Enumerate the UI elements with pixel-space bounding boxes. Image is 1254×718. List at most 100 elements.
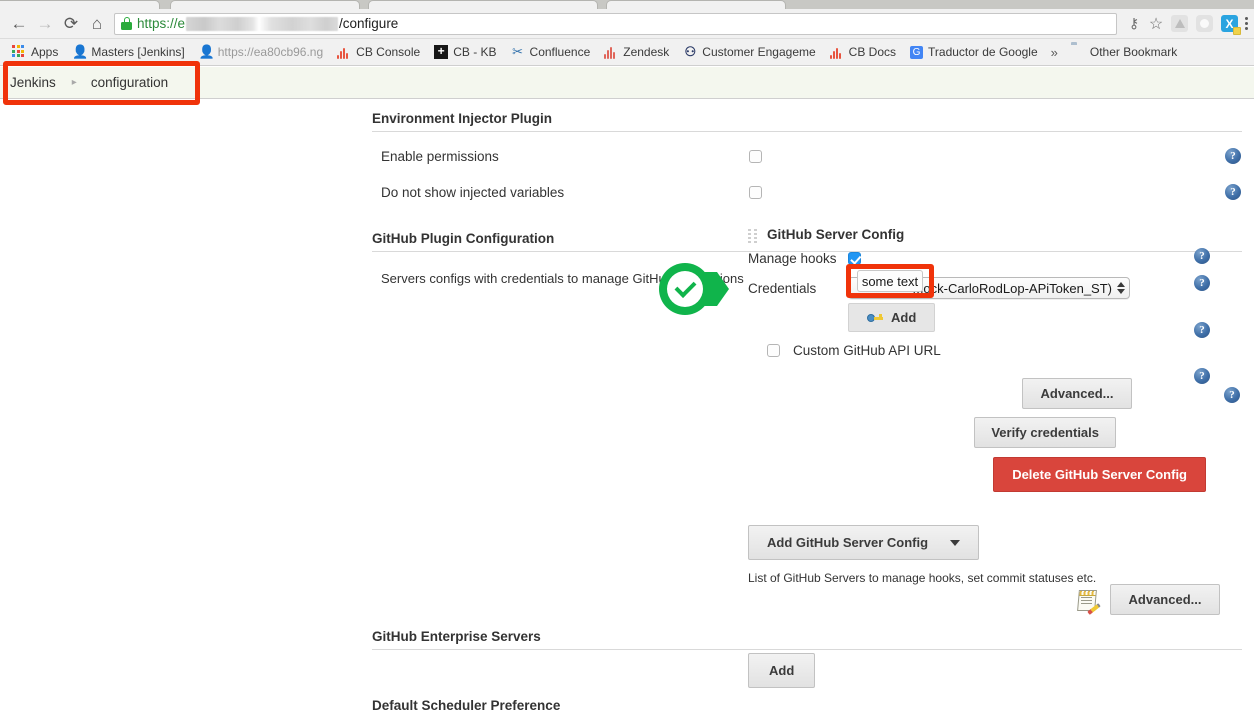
home-icon[interactable]: ⌂	[84, 11, 110, 37]
advanced-github-plugin-area: Advanced...	[1077, 584, 1220, 615]
label-credentials: Credentials	[748, 280, 817, 296]
x-extension-icon[interactable]: X	[1221, 15, 1241, 35]
add-github-enterprise-button[interactable]: Add	[748, 653, 816, 688]
help-icon[interactable]: ?	[1225, 184, 1241, 200]
bookmark-cb-kb[interactable]: + CB - KB	[427, 41, 503, 63]
caret-down-icon[interactable]	[950, 539, 961, 546]
help-icon[interactable]: ?	[1194, 368, 1210, 384]
bookmark-zendesk[interactable]: Zendesk	[597, 41, 676, 63]
bookmark-label: Traductor de Google	[928, 45, 1038, 59]
zendesk-icon	[604, 45, 618, 59]
help-icon[interactable]: ?	[1225, 148, 1241, 164]
bookmark-confluence[interactable]: ✂ Confluence	[504, 41, 598, 63]
notepad-pencil-icon	[1077, 588, 1101, 615]
row-do-not-show-injected-variables: Do not show injected variables ?	[372, 177, 1242, 207]
jenkins-icon: 👤	[198, 44, 215, 59]
key-icon	[867, 312, 883, 323]
checkbox-enable-permissions[interactable]	[749, 149, 762, 163]
help-icon[interactable]: ?	[1194, 322, 1210, 338]
bookmark-cb-docs[interactable]: CB Docs	[823, 41, 903, 63]
row-add-enterprise: Add	[748, 653, 816, 688]
checkbox-custom-github-api-url[interactable]	[767, 344, 780, 357]
label-custom-github-api-url: Custom GitHub API URL	[793, 343, 941, 358]
bookmark-cb-console[interactable]: CB Console	[330, 41, 427, 63]
folder-icon	[1071, 45, 1085, 59]
browser-tab[interactable]	[368, 0, 598, 9]
bookmark-other-bookmarks[interactable]: Other Bookmark	[1064, 41, 1184, 63]
row-add-credentials: Add	[748, 303, 1178, 332]
breadcrumb-item-configuration[interactable]: configuration	[91, 75, 168, 90]
delete-github-server-config-button[interactable]: Delete GitHub Server Config	[993, 457, 1206, 492]
bookmark-label: CB Docs	[848, 45, 897, 59]
checkbox-manage-hooks[interactable]	[848, 252, 861, 265]
breadcrumb-item-jenkins[interactable]: Jenkins	[10, 75, 56, 90]
bookmark-ea80cb96[interactable]: 👤 https://ea80cb96.ng	[192, 41, 330, 63]
check-circle-icon	[659, 263, 711, 315]
cb-bars-icon	[829, 45, 844, 59]
annotation-some-text-label: some text	[861, 273, 919, 289]
section-title-default-scheduler-preference: Default Scheduler Preference	[372, 698, 561, 713]
help-icon[interactable]: ?	[1194, 275, 1210, 291]
add-github-server-config-button[interactable]: Add GitHub Server Config	[748, 525, 980, 560]
confluence-icon: ✂	[512, 44, 523, 59]
bookmark-label: Apps	[31, 45, 59, 59]
back-icon[interactable]: ←	[6, 11, 32, 37]
row-manage-hooks: Manage hooks	[748, 251, 1178, 266]
url-protocol: https://e	[137, 16, 186, 31]
bookmark-apps[interactable]: Apps	[5, 41, 65, 63]
forward-icon[interactable]: →	[32, 11, 58, 37]
menu-icon[interactable]	[1245, 17, 1248, 30]
github-server-config: GitHub Server Config Manage hooks Creden…	[748, 227, 1206, 492]
plus-square-icon: +	[434, 45, 449, 59]
advanced-server-button[interactable]: Advanced...	[1022, 378, 1132, 409]
bookmark-customer-engagement[interactable]: ⚇ Customer Engageme	[676, 41, 822, 63]
browser-tab[interactable]	[0, 0, 160, 9]
customer-engagement-icon: ⚇	[684, 44, 697, 59]
tab-strip[interactable]	[0, 0, 1254, 9]
row-credentials: Credentials Mock-CarloRodLop-APiToken_ST…	[748, 277, 1178, 299]
green-check-badge	[659, 258, 737, 320]
section-title-environment-injector: Environment Injector Plugin	[372, 107, 1242, 132]
add-github-server-config-area: Add GitHub Server Config List of GitHub …	[748, 525, 1096, 585]
password-key-icon[interactable]: ⚷	[1123, 13, 1145, 35]
row-verify-credentials: Verify credentials	[748, 417, 1178, 448]
bookmarks-overflow-icon[interactable]: »	[1045, 45, 1064, 60]
bookmark-star-icon[interactable]: ☆	[1145, 13, 1167, 35]
advanced-github-plugin-button[interactable]: Advanced...	[1110, 584, 1220, 615]
help-icon[interactable]: ?	[1194, 248, 1210, 264]
lock-icon	[121, 17, 132, 30]
stepper-arrows-icon[interactable]	[1117, 282, 1125, 294]
add-credentials-label: Add	[891, 310, 917, 325]
github-servers-hint: List of GitHub Servers to manage hooks, …	[748, 571, 1097, 585]
extension-badge	[1233, 27, 1241, 35]
bookmark-label: https://ea80cb96.ng	[217, 45, 324, 59]
section-title-github-enterprise-servers: GitHub Enterprise Servers	[372, 625, 1242, 650]
address-bar[interactable]: https://e /configure	[114, 12, 1117, 35]
add-credentials-button[interactable]: Add	[848, 303, 936, 332]
url-path: /configure	[339, 16, 399, 31]
bookmark-label: CB - KB	[453, 45, 497, 59]
help-icon[interactable]: ?	[1224, 387, 1240, 403]
bookmark-traductor-de-google[interactable]: G Traductor de Google	[903, 41, 1045, 63]
github-server-config-title: GitHub Server Config	[767, 227, 905, 242]
google-translate-icon: G	[910, 45, 924, 59]
add-github-server-config-label: Add GitHub Server Config	[767, 535, 929, 550]
pocket-extension-icon[interactable]	[1196, 15, 1213, 32]
breadcrumb: Jenkins ▸ configuration	[0, 67, 1254, 99]
reload-icon[interactable]: ⟳	[58, 11, 84, 37]
jenkins-icon: 👤	[72, 44, 89, 59]
breadcrumb-separator-icon: ▸	[71, 77, 77, 88]
bookmark-label: Masters [Jenkins]	[91, 45, 185, 59]
row-custom-github-api-url: Custom GitHub API URL	[767, 343, 1178, 358]
drive-extension-icon[interactable]	[1171, 15, 1188, 32]
browser-tab[interactable]	[170, 0, 360, 9]
github-server-config-header: GitHub Server Config	[748, 227, 1178, 243]
verify-credentials-button[interactable]: Verify credentials	[974, 417, 1116, 448]
drag-handle-icon[interactable]	[748, 229, 759, 243]
row-delete-server-config: Delete GitHub Server Config	[748, 457, 1206, 492]
bookmark-masters-jenkins[interactable]: 👤 Masters [Jenkins]	[65, 41, 191, 63]
label-enable-permissions: Enable permissions	[381, 148, 499, 164]
row-enable-permissions: Enable permissions ?	[372, 141, 1242, 171]
browser-tab[interactable]	[606, 0, 786, 9]
checkbox-do-not-show-injected-variables[interactable]	[749, 185, 762, 199]
